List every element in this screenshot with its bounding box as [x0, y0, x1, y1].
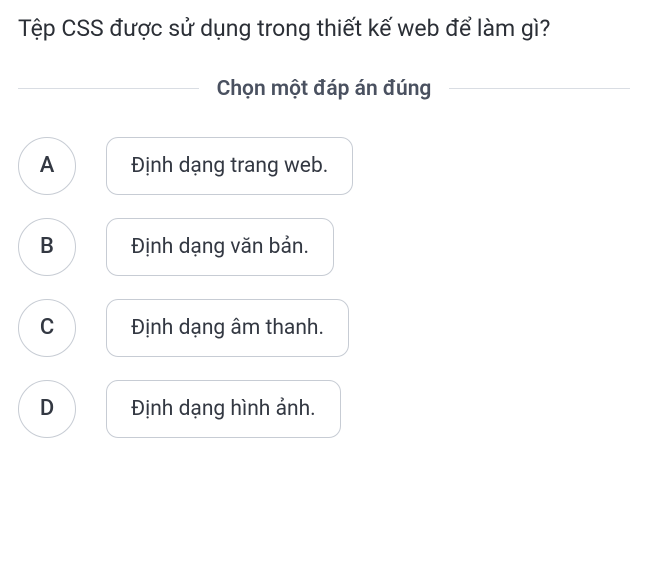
option-label-b[interactable]: Định dạng văn bản. — [106, 218, 334, 276]
instruction-text: Chọn một đáp án đúng — [199, 77, 450, 101]
divider-left — [18, 88, 199, 89]
option-label-d[interactable]: Định dạng hình ảnh. — [106, 380, 341, 438]
option-bubble-a[interactable]: A — [18, 137, 76, 195]
question-text: Tệp CSS được sử dụng trong thiết kế web … — [18, 12, 630, 47]
option-row-b: B Định dạng văn bản. — [18, 218, 630, 276]
option-row-a: A Định dạng trang web. — [18, 137, 630, 195]
option-bubble-d[interactable]: D — [18, 380, 76, 438]
option-label-a[interactable]: Định dạng trang web. — [106, 137, 353, 195]
option-row-c: C Định dạng âm thanh. — [18, 299, 630, 357]
option-label-c[interactable]: Định dạng âm thanh. — [106, 299, 349, 357]
option-bubble-c[interactable]: C — [18, 299, 76, 357]
divider-right — [449, 88, 630, 89]
options-container: A Định dạng trang web. B Định dạng văn b… — [18, 137, 630, 438]
option-row-d: D Định dạng hình ảnh. — [18, 380, 630, 438]
option-bubble-b[interactable]: B — [18, 218, 76, 276]
instruction-row: Chọn một đáp án đúng — [18, 77, 630, 101]
